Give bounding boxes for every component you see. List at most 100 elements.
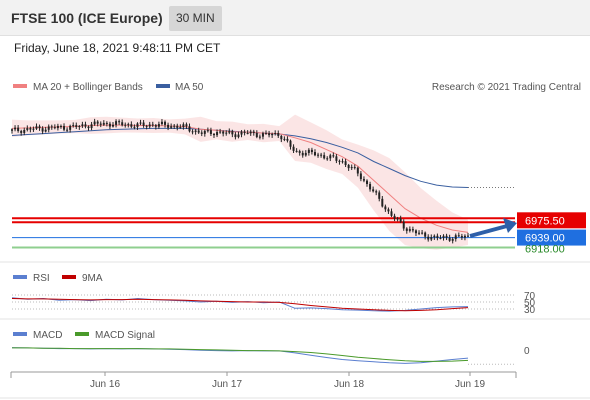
candle-body — [209, 130, 212, 134]
candle-body — [176, 125, 179, 128]
x-tick-label: Jun 19 — [455, 379, 485, 390]
candle-body — [212, 133, 215, 136]
rsi-legend-swatch — [13, 275, 27, 279]
candle-body — [185, 124, 188, 127]
candle-body — [66, 129, 69, 131]
candle-body — [372, 189, 375, 192]
candle-body — [350, 167, 353, 169]
candle-body — [399, 218, 402, 222]
candle-body — [362, 179, 365, 181]
candle-body — [14, 127, 17, 130]
candle-body — [105, 122, 108, 124]
candle-body — [20, 130, 23, 133]
candle-body — [237, 134, 240, 138]
rsi-legend-label: RSI — [33, 273, 50, 284]
candle-body — [335, 156, 338, 161]
candle-body — [96, 121, 99, 124]
candle-body — [268, 133, 271, 136]
candle-body — [167, 124, 170, 128]
candle-body — [329, 155, 332, 159]
candle-body — [228, 131, 231, 133]
candle-body — [433, 235, 436, 238]
candle-body — [390, 211, 393, 216]
candle-body — [289, 140, 292, 147]
candle-body — [424, 232, 427, 237]
candle-body — [206, 130, 209, 132]
forecast-arrow — [469, 218, 517, 238]
candle-body — [35, 126, 38, 129]
ma20-legend-swatch — [13, 84, 27, 88]
macd-signal-legend-label: MACD Signal — [95, 330, 155, 341]
macd-panel: 0 — [11, 346, 530, 365]
candle-body — [200, 132, 203, 134]
chart-canvas: MA 20 + Bollinger Bands MA 50 Research ©… — [0, 82, 590, 399]
candle-body — [148, 124, 151, 127]
candle-body — [170, 126, 173, 128]
ma50-legend-label: MA 50 — [175, 82, 204, 93]
candle-body — [56, 125, 59, 129]
candle-body — [194, 130, 197, 132]
candle-body — [307, 149, 310, 153]
candle-body — [108, 123, 111, 127]
candle-body — [439, 237, 442, 239]
candle-body — [411, 229, 414, 231]
candle-body — [154, 125, 157, 127]
candle-body — [29, 128, 32, 130]
candle-body — [381, 198, 384, 207]
candle-body — [38, 126, 41, 129]
candle-body — [393, 215, 396, 219]
candle-body — [338, 160, 341, 162]
candle-body — [32, 128, 35, 130]
macd-signal-legend-swatch — [75, 332, 89, 336]
candle-body — [430, 237, 433, 240]
candle-body — [69, 125, 72, 130]
candle-body — [387, 209, 390, 212]
candle-body — [47, 126, 50, 130]
candle-body — [23, 129, 26, 133]
candle-body — [274, 132, 277, 134]
candle-body — [344, 161, 347, 165]
candle-body — [463, 235, 466, 238]
candle-body — [225, 132, 228, 134]
candle-body — [418, 232, 421, 234]
candle-body — [310, 149, 313, 153]
support-label: 6918.00 — [525, 243, 565, 255]
ma50-legend-swatch — [156, 84, 170, 88]
rsi-ma-legend-label: 9MA — [82, 273, 103, 284]
candle-body — [384, 206, 387, 210]
resistance-label: 6975.50 — [525, 215, 565, 227]
candle-body — [191, 131, 194, 133]
candle-body — [375, 191, 378, 193]
candle-body — [353, 167, 356, 169]
x-axis: Jun 16 Jun 17 Jun 18 Jun 19 — [10, 371, 517, 390]
candle-body — [448, 237, 451, 241]
candle-body — [17, 127, 20, 131]
candle-body — [298, 151, 301, 153]
candle-body — [405, 228, 408, 231]
candle-body — [457, 235, 460, 237]
macd-legend-label: MACD — [33, 330, 62, 341]
candle-body — [378, 192, 381, 199]
candle-body — [124, 124, 127, 126]
credit-text: Research © 2021 Trading Central — [432, 82, 581, 93]
rsi-ma-legend-swatch — [62, 275, 76, 279]
candle-body — [445, 235, 448, 238]
ma20-legend-label: MA 20 + Bollinger Bands — [33, 82, 143, 93]
candle-body — [347, 164, 350, 169]
candle-body — [301, 152, 304, 156]
candle-body — [460, 235, 463, 238]
candle-body — [26, 128, 29, 130]
candle-body — [157, 124, 160, 127]
candle-body — [219, 131, 222, 133]
candle-body — [11, 129, 13, 131]
candle-body — [369, 183, 372, 190]
candle-body — [359, 173, 362, 180]
candle-body — [173, 125, 176, 127]
candle-body — [216, 132, 219, 136]
candle-body — [271, 133, 274, 136]
price-levels: 6975.506939.006918.00 — [12, 212, 586, 255]
candle-body — [313, 152, 316, 156]
candle-body — [258, 136, 261, 138]
candle-body — [326, 158, 329, 160]
candle-body — [467, 235, 469, 237]
